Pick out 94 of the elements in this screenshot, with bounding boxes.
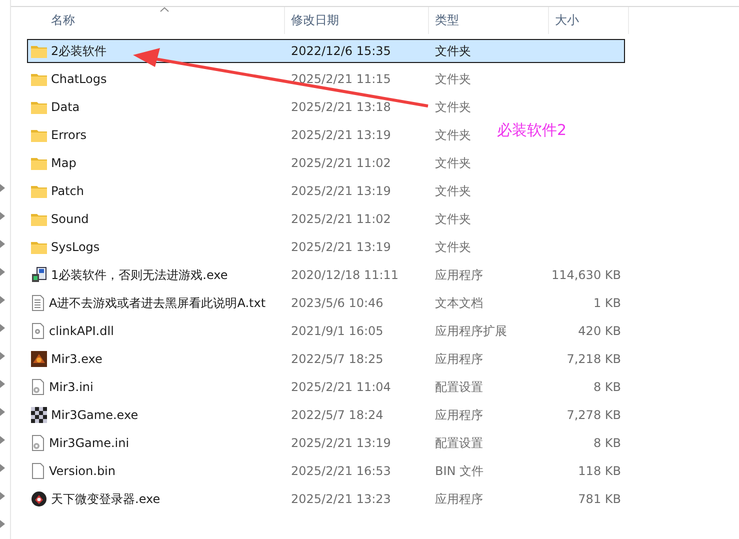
file-type: 应用程序 <box>435 406 483 424</box>
modified-date: 2025/2/21 11:15 <box>290 72 392 86</box>
file-size: 114,630 KB <box>551 268 621 282</box>
file-name: Patch <box>51 184 84 198</box>
chevron-icon[interactable] <box>0 322 5 334</box>
file-type: 文件夹 <box>435 154 471 172</box>
chevron-icon[interactable] <box>0 294 5 306</box>
file-name: Version.bin <box>49 464 116 478</box>
chevron-icon[interactable] <box>0 518 5 530</box>
file-name: Mir3Game.exe <box>51 408 138 422</box>
chevron-icon[interactable] <box>0 378 5 390</box>
file-name: Mir3Game.ini <box>49 436 130 450</box>
installer-icon <box>31 267 47 283</box>
game-icon <box>31 407 47 423</box>
chevron-icon[interactable] <box>0 210 5 222</box>
file-type: 文件夹 <box>435 210 471 228</box>
modified-date: 2025/2/21 11:04 <box>290 380 392 394</box>
column-header[interactable]: 名称 <box>27 7 285 34</box>
file-type: 应用程序扩展 <box>435 322 507 340</box>
file-size: 8 KB <box>593 436 621 450</box>
file-size: 8 KB <box>593 380 621 394</box>
column-header[interactable]: 修改日期 <box>285 7 429 34</box>
modified-date: 2025/2/21 13:23 <box>290 492 392 506</box>
folder-icon <box>31 72 47 86</box>
file-name: Sound <box>51 212 89 226</box>
file-size: 7,218 KB <box>566 352 621 366</box>
modified-date: 2022/5/7 18:25 <box>290 352 384 366</box>
file-name: Data <box>51 100 80 114</box>
chevron-icon[interactable] <box>0 462 5 474</box>
file-type: 文件夹 <box>435 182 471 200</box>
file-icon <box>31 463 45 479</box>
game-icon <box>31 351 47 367</box>
file-name: Map <box>51 156 76 170</box>
file-size: 7,278 KB <box>566 408 621 422</box>
file-name: ChatLogs <box>51 72 107 86</box>
modified-date: 2021/9/1 16:05 <box>290 324 384 338</box>
file-name: Mir3.exe <box>51 352 102 366</box>
column-header[interactable]: 类型 <box>429 7 549 34</box>
modified-date: 2025/2/21 16:53 <box>290 464 392 478</box>
modified-date: 2022/12/6 15:35 <box>290 44 392 58</box>
modified-date: 2025/2/21 13:19 <box>290 128 392 142</box>
file-type: 文件夹 <box>435 42 471 60</box>
column-header[interactable]: 大小 <box>549 7 629 34</box>
file-type: 文件夹 <box>435 126 471 144</box>
file-type: 文件夹 <box>435 98 471 116</box>
chevron-icon[interactable] <box>0 238 5 250</box>
chevron-icon[interactable] <box>0 490 5 502</box>
file-size: 118 KB <box>578 464 621 478</box>
file-name: 1必装软件，否则无法进游戏.exe <box>51 266 228 284</box>
chevron-icon[interactable] <box>0 182 5 194</box>
chevron-icon[interactable] <box>0 434 5 446</box>
file-size: 1 KB <box>593 296 621 310</box>
modified-date: 2025/2/21 13:19 <box>290 240 392 254</box>
file-name: Errors <box>51 128 87 142</box>
folder-icon <box>31 212 47 226</box>
annotation-text: 必装软件2 <box>497 121 567 140</box>
text-file-icon <box>31 295 45 311</box>
file-type: 文件夹 <box>435 238 471 256</box>
modified-date: 2025/2/21 13:18 <box>290 100 392 114</box>
chevron-icon[interactable] <box>0 266 5 278</box>
folder-icon <box>31 100 47 114</box>
file-type: 文本文档 <box>435 294 483 312</box>
folder-icon <box>31 128 47 142</box>
file-type: 应用程序 <box>435 266 483 284</box>
file-size: 420 KB <box>578 324 621 338</box>
file-type: 配置设置 <box>435 378 483 396</box>
file-type: 配置设置 <box>435 434 483 452</box>
file-name: A进不去游戏或者进去黑屏看此说明A.txt <box>49 294 266 312</box>
modified-date: 2025/2/21 13:19 <box>290 436 392 450</box>
folder-icon <box>31 184 47 198</box>
folder-icon <box>31 44 47 58</box>
file-type: BIN 文件 <box>435 462 484 480</box>
file-name: SysLogs <box>51 240 100 254</box>
modified-date: 2023/5/6 10:46 <box>290 296 384 310</box>
modified-date: 2020/12/18 11:11 <box>290 268 400 282</box>
folder-icon <box>31 156 47 170</box>
modified-date: 2025/2/21 11:02 <box>290 156 392 170</box>
app-icon <box>31 491 47 507</box>
modified-date: 2022/5/7 18:24 <box>290 408 384 422</box>
folder-icon <box>31 240 47 254</box>
file-name: clinkAPI.dll <box>49 324 114 338</box>
file-type: 文件夹 <box>435 70 471 88</box>
chevron-icon[interactable] <box>0 350 5 362</box>
selected-file-row[interactable]: 2必装软件 2022/12/6 15:35 文件夹 <box>27 39 625 63</box>
file-name: 2必装软件 <box>51 42 107 60</box>
file-name: 天下微变登录器.exe <box>51 490 160 508</box>
chevron-icon[interactable] <box>0 406 5 418</box>
file-name: Mir3.ini <box>49 380 94 394</box>
sort-caret-icon <box>160 7 168 12</box>
file-type: 应用程序 <box>435 490 483 508</box>
modified-date: 2025/2/21 13:19 <box>290 184 392 198</box>
file-size: 781 KB <box>578 492 621 506</box>
file-type: 应用程序 <box>435 350 483 368</box>
modified-date: 2025/2/21 11:02 <box>290 212 392 226</box>
